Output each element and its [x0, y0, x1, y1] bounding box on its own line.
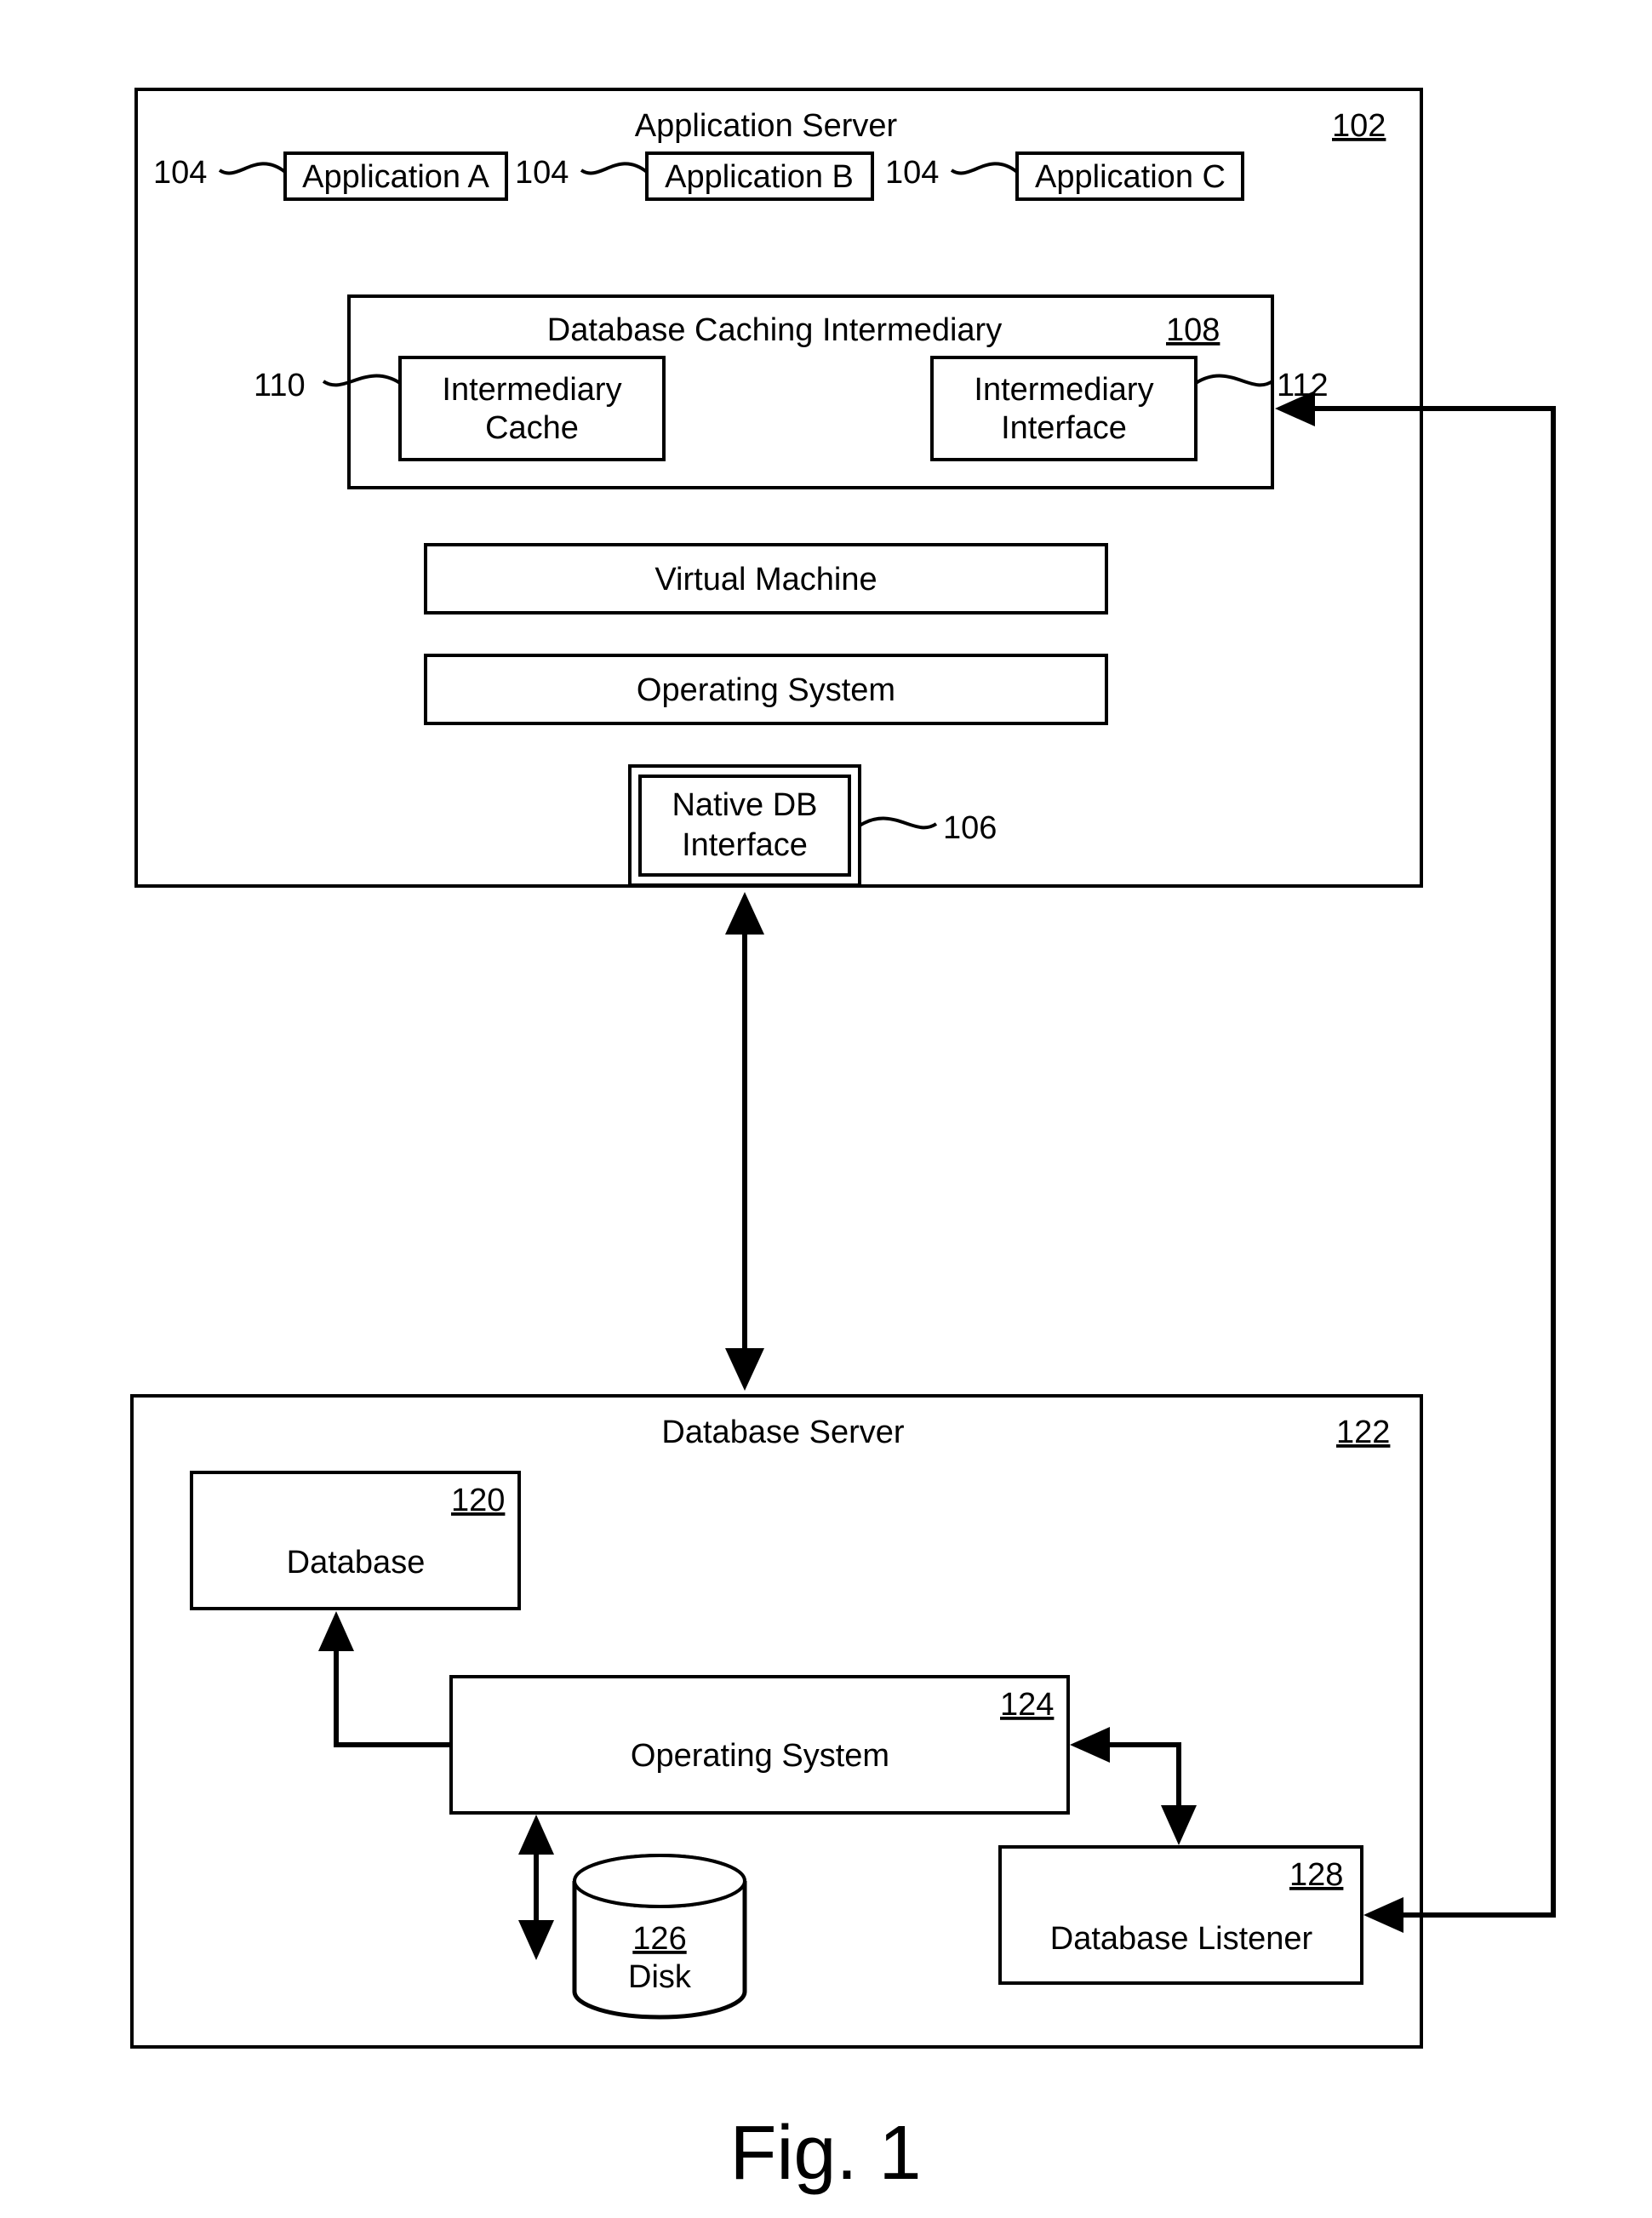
dci-box: Database Caching Intermediary 108 Interm… — [254, 296, 1329, 488]
dci-cache-ref: 110 — [254, 368, 306, 403]
figure-1: Application Server 102 Application A 104… — [0, 0, 1652, 2218]
vm-label: Virtual Machine — [655, 562, 877, 597]
dci-title: Database Caching Intermediary — [547, 312, 1002, 348]
arrow-between-servers — [725, 892, 764, 1391]
db-server-title: Database Server — [661, 1415, 904, 1450]
native-db-l1: Native DB — [672, 787, 817, 823]
database-label: Database — [287, 1545, 426, 1581]
app-os-label: Operating System — [637, 672, 895, 708]
disk-ref: 126 — [632, 1921, 686, 1957]
app-server-ref: 102 — [1332, 108, 1386, 144]
app-b-ref: 104 — [515, 155, 569, 191]
app-b-label: Application B — [665, 159, 854, 195]
app-a-label: Application A — [302, 159, 489, 195]
figure-label: Fig. 1 — [729, 2111, 921, 2196]
db-server-ref: 122 — [1336, 1415, 1390, 1450]
db-os-ref: 124 — [1000, 1687, 1054, 1723]
dci-interface-l1: Intermediary — [974, 372, 1153, 408]
app-a-ref: 104 — [153, 155, 207, 191]
disk-label: Disk — [628, 1959, 692, 1995]
db-listener-ref: 128 — [1289, 1857, 1343, 1893]
app-c-label: Application C — [1035, 159, 1226, 195]
dci-interface-l2: Interface — [1001, 410, 1127, 446]
app-server-title: Application Server — [635, 108, 898, 144]
native-db-ref: 106 — [943, 810, 997, 846]
dci-cache-l1: Intermediary — [442, 372, 621, 408]
native-db-l2: Interface — [682, 827, 808, 863]
db-listener-label: Database Listener — [1050, 1921, 1313, 1957]
database-ref: 120 — [451, 1483, 505, 1518]
dci-ref: 108 — [1166, 312, 1220, 348]
app-c-ref: 104 — [885, 155, 939, 191]
dci-cache-l2: Cache — [485, 410, 579, 446]
db-os-label: Operating System — [631, 1738, 889, 1774]
